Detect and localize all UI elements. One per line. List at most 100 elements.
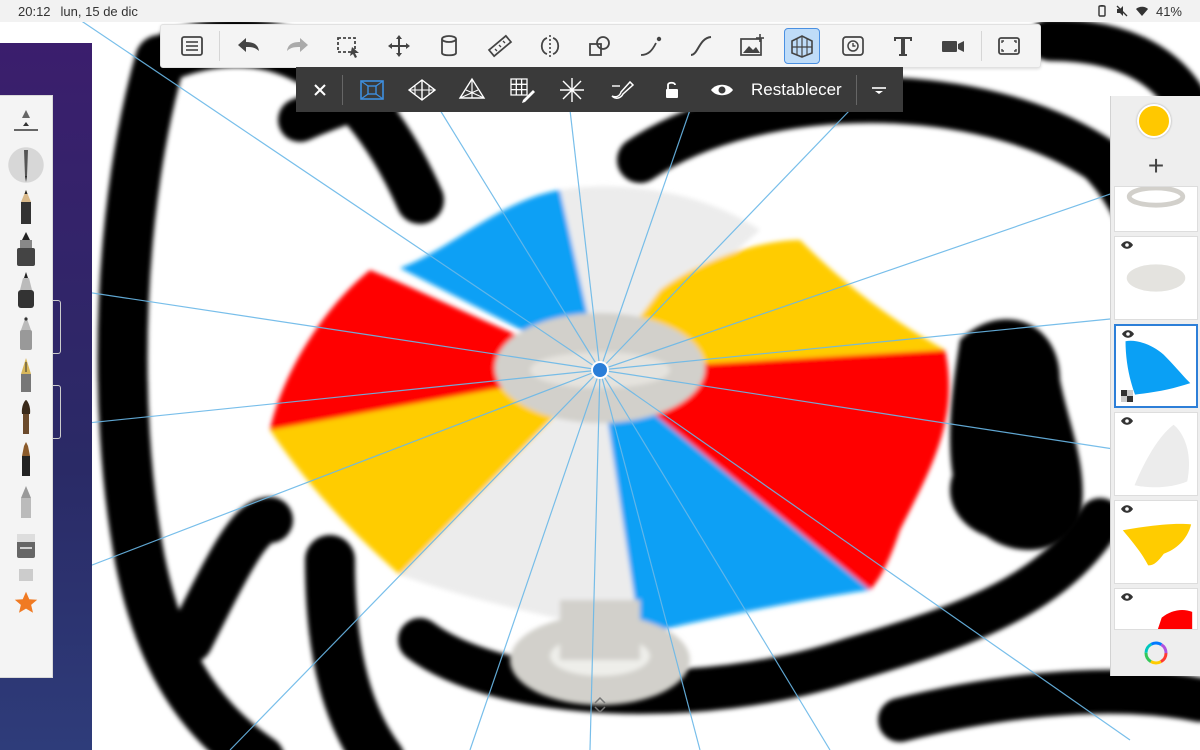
selection-button[interactable] [330, 28, 366, 64]
fullscreen-button[interactable] [991, 28, 1027, 64]
reset-button[interactable]: Restablecer [751, 80, 842, 100]
undo-button[interactable] [229, 28, 265, 64]
layer-base-ring[interactable] [1114, 186, 1198, 232]
battery-saver-icon [1098, 5, 1106, 17]
drawing-app: 20:12 lun, 15 de dic 41% Restablecer + [0, 0, 1200, 750]
transform-button[interactable] [381, 28, 417, 64]
marker-icon [17, 232, 35, 266]
chevron-down-icon [871, 86, 886, 94]
brush-ink-pen[interactable] [6, 270, 46, 312]
favorites-star-icon [14, 591, 38, 613]
add-layer-button[interactable]: + [1111, 146, 1200, 186]
one-point-perspective-button[interactable] [350, 72, 394, 108]
add-image-icon [739, 34, 764, 56]
main-toolbar [160, 24, 1041, 68]
drawing-canvas[interactable] [0, 0, 1200, 750]
side-panel-tab[interactable] [53, 385, 61, 439]
fill-bucket-icon [441, 35, 458, 57]
collapse-toolbar-button[interactable] [864, 72, 894, 108]
grid-edit-icon [510, 77, 535, 103]
symmetry-button[interactable] [532, 28, 568, 64]
three-point-perspective-icon [458, 77, 486, 99]
close-perspective-button[interactable] [305, 72, 335, 108]
brush-paintbrush[interactable] [6, 396, 46, 438]
lock-button[interactable] [650, 72, 694, 108]
toolbar-divider [980, 31, 982, 61]
color-puck[interactable] [1137, 104, 1171, 138]
smudge-icon [21, 486, 31, 518]
radial-symmetry-icon [560, 77, 584, 102]
toolbar-divider [342, 74, 343, 105]
brush-ballpoint[interactable] [6, 144, 46, 186]
redo-icon [286, 38, 308, 52]
time-lapse-icon [841, 36, 864, 56]
snap-brush-button[interactable] [600, 72, 644, 108]
brush-palette [0, 95, 53, 678]
side-panel-tab[interactable] [53, 300, 61, 354]
layer-grey-shape[interactable] [1114, 236, 1198, 320]
toolbar-divider [219, 31, 221, 61]
text-button[interactable] [885, 28, 921, 64]
brush-smudge[interactable] [6, 480, 46, 522]
layer-blue-shape[interactable] [1114, 324, 1198, 408]
redo-button[interactable] [280, 28, 316, 64]
layer-yellow-shape[interactable] [1114, 500, 1198, 584]
brush-settings-button[interactable] [6, 102, 46, 144]
eraser-small-icon [19, 569, 33, 581]
layer-thumbnail [1126, 187, 1186, 208]
brush-marker[interactable] [6, 228, 46, 270]
visibility-button[interactable] [700, 72, 744, 108]
layer-red-shape[interactable] [1114, 588, 1198, 630]
perspective-guide-button[interactable] [783, 28, 821, 64]
brush-settings-icon [14, 110, 38, 131]
layer-white-shape[interactable] [1114, 412, 1198, 496]
color-wheel-button[interactable] [1110, 630, 1200, 676]
status-bar: 20:12 lun, 15 de dic 41% [0, 0, 1200, 22]
paintbrush-icon [21, 400, 31, 434]
brush-eraser-small[interactable] [6, 564, 46, 582]
favorites-button[interactable] [6, 582, 46, 624]
time-lapse-button[interactable] [834, 28, 870, 64]
battery-percent: 41% [1155, 3, 1182, 19]
curve-button[interactable] [683, 28, 719, 64]
plus-icon: + [1147, 150, 1165, 181]
selection-icon [337, 37, 360, 58]
wifi-icon [1135, 6, 1148, 16]
curve-icon [690, 36, 712, 56]
radial-symmetry-button[interactable] [550, 72, 594, 108]
symmetry-icon [540, 35, 560, 57]
grid-edit-button[interactable] [500, 72, 544, 108]
add-image-button[interactable] [733, 28, 769, 64]
layer-thumbnail [1157, 609, 1193, 629]
layer-alpha-lock-icon[interactable] [1121, 390, 1133, 402]
mute-icon [1116, 5, 1128, 17]
layer-thumbnail [1126, 264, 1186, 292]
brush-airbrush[interactable] [6, 312, 46, 354]
layer-thumbnail [1134, 424, 1190, 488]
ruler-button[interactable] [481, 28, 517, 64]
fill-bucket-button[interactable] [431, 28, 467, 64]
stroke-curve-button[interactable] [633, 28, 669, 64]
video-icon [942, 41, 965, 52]
brush-pencil[interactable] [6, 186, 46, 228]
three-point-perspective-button[interactable] [450, 72, 494, 108]
brush-eraser[interactable] [6, 522, 46, 564]
pencil-icon [21, 190, 31, 224]
brush-fountain-pen[interactable] [6, 354, 46, 396]
color-wheel-icon [1144, 641, 1167, 665]
two-point-perspective-button[interactable] [400, 72, 444, 108]
video-button[interactable] [935, 28, 971, 64]
brush-calligraphy[interactable] [6, 438, 46, 480]
airbrush-icon [20, 316, 32, 350]
layer-thumbnail [1122, 523, 1192, 566]
menu-list-icon [181, 36, 204, 56]
perspective-toolbar: Restablecer [296, 67, 903, 112]
visibility-icon [711, 84, 733, 95]
close-icon [314, 83, 326, 96]
shape-button[interactable] [582, 28, 618, 64]
one-point-perspective-icon [360, 79, 384, 100]
toolbar-divider [855, 74, 857, 105]
lock-icon [666, 81, 678, 98]
undo-icon [237, 38, 259, 52]
menu-list-button[interactable] [174, 28, 210, 64]
